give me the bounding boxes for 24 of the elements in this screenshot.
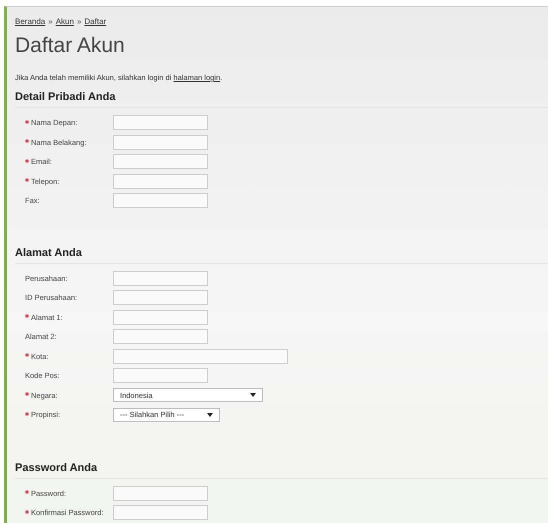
- text-field[interactable]: [113, 115, 208, 130]
- text-field[interactable]: [113, 134, 208, 150]
- text-field[interactable]: [113, 505, 208, 520]
- breadcrumb-link[interactable]: Akun: [56, 16, 74, 26]
- page-title: Daftar Akun: [15, 33, 126, 59]
- caret-icon: [250, 392, 256, 398]
- breadcrumb-link[interactable]: Daftar: [84, 16, 106, 26]
- text-field[interactable]: [113, 329, 208, 344]
- breadcrumb-link[interactable]: Beranda: [15, 16, 46, 26]
- text-field[interactable]: [113, 154, 208, 170]
- text-field[interactable]: [113, 310, 208, 325]
- text-field[interactable]: [113, 174, 208, 189]
- section-heading: Alamat Anda: [15, 246, 83, 260]
- caret-icon: [207, 412, 213, 418]
- section-heading: Detail Pribadi Anda: [15, 90, 116, 104]
- text-field[interactable]: [113, 368, 208, 384]
- text-field[interactable]: [113, 348, 288, 364]
- text-field[interactable]: [113, 270, 208, 286]
- text-field[interactable]: [113, 290, 208, 306]
- text-field[interactable]: [113, 486, 208, 501]
- section-heading: Password Anda: [15, 460, 98, 474]
- breadcrumb-separator: »: [76, 16, 82, 26]
- text-field[interactable]: [113, 193, 208, 208]
- breadcrumb-separator: »: [48, 16, 53, 26]
